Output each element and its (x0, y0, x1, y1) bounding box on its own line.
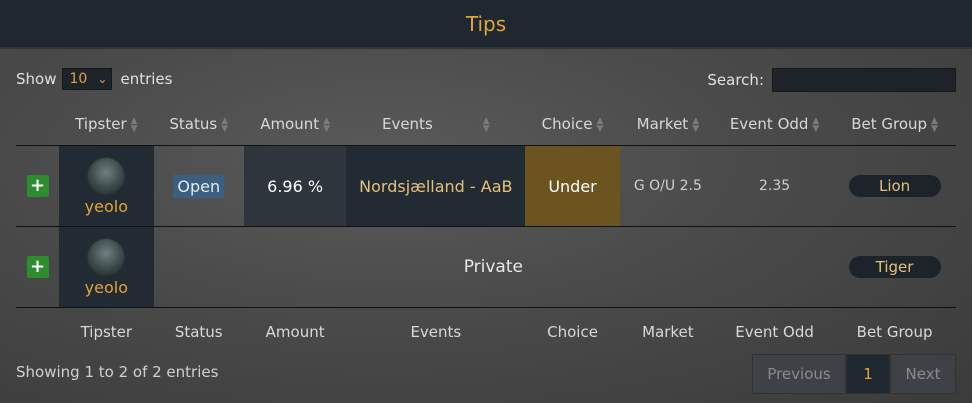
search-control: Search: (707, 68, 956, 92)
entries-length-control: Show 10 ⌄ entries (16, 68, 172, 90)
tipster-cell: yeolo (59, 226, 154, 308)
events-cell: Nordsjælland - AaB (346, 145, 526, 227)
expand-column-footer (16, 308, 59, 357)
search-label: Search: (707, 71, 764, 89)
table-row: + yeolo Private Tiger (16, 226, 956, 308)
column-footer-bet-group: Bet Group (856, 323, 933, 341)
expand-plus-icon[interactable]: + (26, 175, 49, 197)
bet-group-badge[interactable]: Tiger (848, 256, 941, 278)
tipster-cell: yeolo (59, 145, 154, 227)
status-cell: Open (154, 146, 244, 227)
pagination: Previous 1 Next (752, 354, 956, 394)
column-footer-event-odd: Event Odd (735, 323, 814, 341)
choice-cell: Under (525, 145, 620, 227)
table-header-row: Tipster ▲ ▼ Status ▲ ▼ Amount ▲ ▼ Events ▲ ▼ Cho… (16, 103, 956, 146)
column-footer-events: Events (410, 323, 462, 341)
sort-icon: ▲ ▼ (482, 115, 490, 134)
sort-icon: ▲ ▼ (931, 115, 938, 134)
previous-button[interactable]: Previous (752, 354, 846, 394)
column-footer-amount: Amount (265, 323, 325, 341)
column-header-choice[interactable]: Choice ▲ ▼ (525, 103, 619, 146)
sort-icon: ▲ ▼ (596, 115, 604, 134)
sort-icon: ▲ ▼ (221, 115, 229, 134)
column-footer-status: Status (174, 323, 223, 341)
column-header-amount[interactable]: Amount ▲ ▼ (244, 103, 346, 146)
sort-icon: ▲ ▼ (323, 115, 331, 134)
search-input[interactable] (772, 68, 956, 92)
column-header-tipster[interactable]: Tipster ▲ ▼ (59, 103, 153, 146)
table-footer-row: Tipster Status Amount Events Choice Mark… (16, 308, 956, 357)
sort-icon: ▲ ▼ (812, 115, 820, 134)
amount-cell: 6.96 % (243, 145, 347, 227)
page-button-current[interactable]: 1 (846, 354, 890, 394)
bet-group-badge[interactable]: Lion (848, 175, 941, 197)
market-cell: G O/U 2.5 (633, 178, 702, 194)
column-footer-choice: Choice (547, 323, 598, 341)
entries-select[interactable]: 10 ⌄ (62, 68, 113, 90)
table-row: + yeolo Open 6.96 % Nordsjælland - AaB U… (16, 145, 956, 227)
entries-select-value: 10 (69, 71, 88, 87)
tipster-name-link[interactable]: yeolo (59, 278, 153, 297)
column-header-market[interactable]: Market ▲ ▼ (620, 103, 716, 146)
page-title: Tips (465, 11, 507, 36)
bet-group-cell: Tiger (833, 227, 956, 308)
entries-label: entries (120, 70, 173, 88)
event-odd-cell: 2.35 (759, 178, 791, 194)
expand-cell: + (16, 146, 59, 227)
private-cell: Private (463, 257, 523, 277)
avatar[interactable] (87, 237, 126, 276)
column-footer-market: Market (642, 323, 694, 341)
sort-icon: ▲ ▼ (130, 115, 138, 134)
next-button[interactable]: Next (890, 354, 956, 394)
expand-column-header (16, 103, 59, 146)
column-header-bet-group[interactable]: Bet Group ▲ ▼ (833, 103, 956, 146)
tips-table: Tipster ▲ ▼ Status ▲ ▼ Amount ▲ ▼ Events ▲ ▼ Cho… (16, 103, 956, 356)
expand-cell: + (16, 227, 59, 308)
avatar[interactable] (87, 156, 126, 195)
bet-group-cell: Lion (833, 146, 956, 227)
column-header-event-odd[interactable]: Event Odd ▲ ▼ (716, 103, 833, 146)
table-info: Showing 1 to 2 of 2 entries (16, 363, 219, 381)
status-badge: Open (173, 174, 225, 198)
column-header-events[interactable]: Events ▲ ▼ (346, 103, 525, 146)
tipster-name-link[interactable]: yeolo (59, 197, 153, 216)
page-header: Tips (0, 0, 972, 49)
show-label: Show (16, 70, 57, 88)
column-header-status[interactable]: Status ▲ ▼ (154, 103, 244, 146)
column-footer-tipster: Tipster (80, 323, 133, 341)
expand-plus-icon[interactable]: + (26, 256, 49, 278)
sort-icon: ▲ ▼ (692, 115, 700, 134)
chevron-down-icon: ⌄ (97, 72, 108, 86)
